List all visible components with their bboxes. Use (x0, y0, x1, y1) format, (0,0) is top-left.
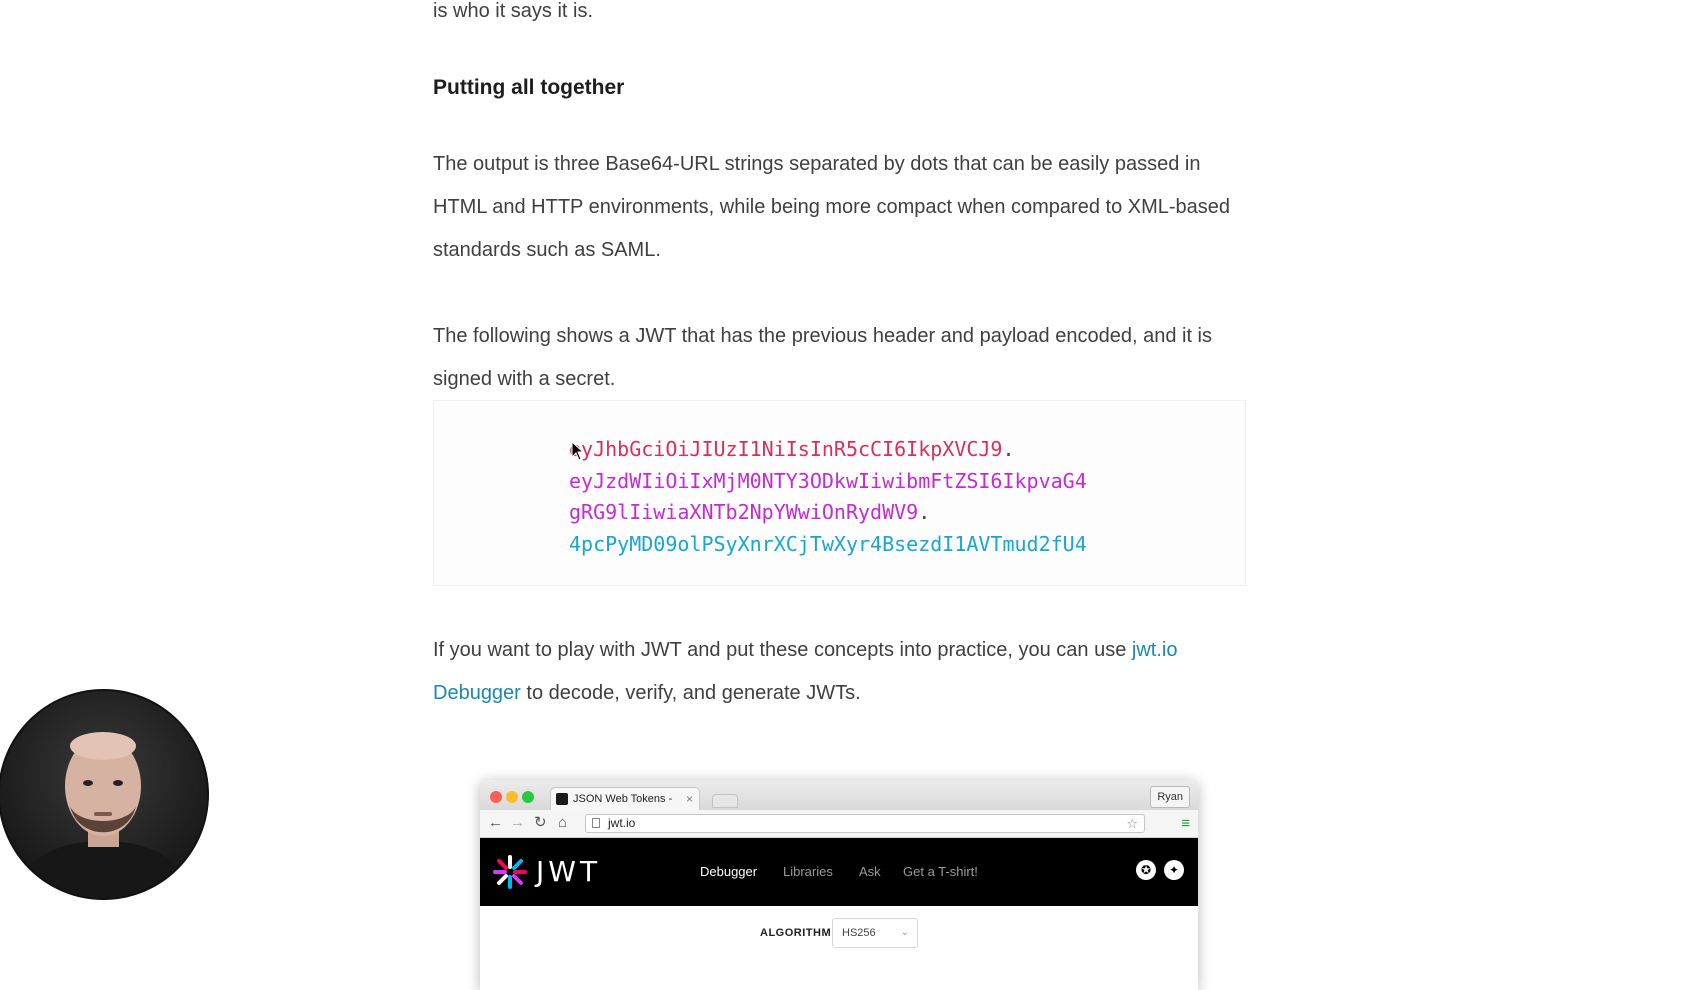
jwt-token: eyJhbGciOiJIUzI1NiIsInR5cCI6IkpXVCJ9. ey… (569, 434, 1087, 560)
profile-button[interactable]: Ryan (1150, 786, 1190, 808)
jwt-io-browser-screenshot: JSON Web Tokens - jwt.io × Ryan ← → ↻ ⌂ … (480, 780, 1198, 990)
jwt-dot: . (918, 500, 931, 524)
home-icon[interactable]: ⌂ (558, 814, 567, 832)
address-bar-url: jwt.io (608, 816, 636, 830)
browser-toolbar: ← → ↻ ⌂ jwt.io ☆ ≡ (480, 810, 1198, 838)
section-heading: Putting all together (433, 76, 625, 99)
paragraph-text-after-link: to decode, verify, and generate JWTs. (520, 682, 861, 704)
star-icon[interactable]: ☆ (1126, 815, 1138, 832)
algorithm-label: ALGORITHM (760, 927, 832, 939)
jwt-payload-part-2: gRG9lIiwiaXNTb2NpYWwiOnRydWV9 (569, 500, 919, 524)
nav-libraries[interactable]: Libraries (783, 862, 833, 882)
back-arrow-icon[interactable]: ← (488, 814, 503, 832)
jwt-favicon-icon (556, 793, 568, 805)
paragraph-output: The output is three Base64-URL strings s… (433, 153, 1231, 261)
nav-debugger[interactable]: Debugger (700, 862, 757, 882)
maximize-window-icon[interactable] (522, 791, 534, 803)
menu-icon[interactable]: ≡ (1181, 815, 1190, 833)
presenter-avatar (0, 691, 207, 898)
jwt-signature-part: 4pcPyMD09olPSyXnrXCjTwXyr4BsezdI1AVTmud2… (569, 531, 1087, 556)
browser-tab[interactable]: JSON Web Tokens - jwt.io × (550, 787, 700, 827)
paragraph-text-before-link: If you want to play with JWT and put the… (433, 639, 1132, 661)
jwt-logo-icon (493, 855, 527, 889)
jwt-dot: . (1002, 437, 1015, 461)
mouse-cursor-icon (571, 441, 585, 461)
chevron-down-icon: ⌄ (900, 927, 909, 938)
paragraph-jwt-io: If you want to play with JWT and put the… (433, 629, 1248, 715)
algorithm-select[interactable]: HS256 ⌄ (832, 918, 918, 948)
jwt-payload-part-1: eyJzdWIiOiIxMjM0NTY3ODkwIiwibmFtZSI6Ikpv… (569, 468, 1087, 493)
browser-titlebar: JSON Web Tokens - jwt.io × Ryan (480, 780, 1198, 827)
nav-ask[interactable]: Ask (859, 862, 881, 882)
jwt-header-part: eyJhbGciOiJIUzI1NiIsInR5cCI6IkpXVCJ9 (569, 437, 1003, 461)
auth0-icon[interactable]: ✪ (1136, 860, 1156, 880)
twitter-icon[interactable]: ✦ (1164, 860, 1184, 880)
tab-close-icon[interactable]: × (686, 788, 693, 810)
presenter-webcam (0, 691, 207, 898)
minimize-window-icon[interactable] (506, 791, 518, 803)
forward-arrow-icon[interactable]: → (510, 814, 525, 832)
jwt-code-block: eyJhbGciOiJIUzI1NiIsInR5cCI6IkpXVCJ9. ey… (433, 400, 1246, 586)
previous-paragraph-end: is who it says it is. (433, 0, 594, 22)
page-icon (592, 818, 600, 828)
new-tab-button[interactable] (712, 794, 738, 808)
nav-get-a-tshirt[interactable]: Get a T-shirt! (903, 862, 978, 882)
paragraph-jwt-intro: The following shows a JWT that has the p… (433, 325, 1212, 390)
reload-icon[interactable]: ↻ (534, 814, 547, 832)
algorithm-value: HS256 (842, 927, 876, 939)
address-bar[interactable]: jwt.io ☆ (585, 814, 1145, 833)
close-window-icon[interactable] (490, 791, 502, 803)
jwt-logo-text: JWT (536, 855, 602, 888)
jwt-site-navbar: JWT Debugger Libraries Ask Get a T-shirt… (480, 838, 1198, 906)
